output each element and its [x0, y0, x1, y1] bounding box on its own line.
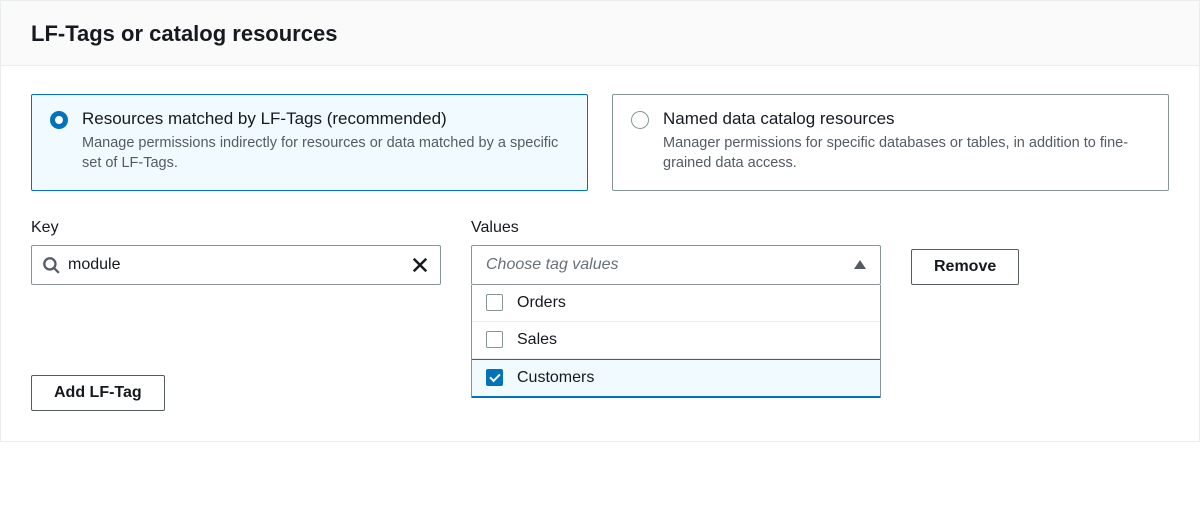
- option-label: Customers: [517, 369, 594, 387]
- remove-column: Remove: [911, 219, 1019, 285]
- option-sales[interactable]: Sales: [472, 322, 880, 359]
- radio-text: Named data catalog resources Manager per…: [663, 109, 1150, 174]
- option-customers[interactable]: Customers: [472, 359, 880, 398]
- radio-indicator-icon: [631, 111, 649, 129]
- values-dropdown: Orders Sales Customers: [471, 285, 881, 398]
- option-orders[interactable]: Orders: [472, 285, 880, 322]
- values-select[interactable]: Choose tag values: [471, 245, 881, 285]
- tag-fields-row: Key Add LF-Tag Values: [31, 219, 1169, 411]
- checkbox-icon[interactable]: [486, 331, 503, 348]
- option-label: Sales: [517, 331, 557, 349]
- panel-title: LF-Tags or catalog resources: [31, 21, 1169, 47]
- key-input-wrapper[interactable]: [31, 245, 441, 285]
- radio-indicator-icon: [50, 111, 68, 129]
- add-tag-row: Add LF-Tag: [31, 375, 441, 411]
- values-column: Values Choose tag values Orders Sales: [471, 219, 881, 398]
- add-lf-tag-button[interactable]: Add LF-Tag: [31, 375, 165, 411]
- search-icon: [42, 256, 60, 274]
- radio-named-title: Named data catalog resources: [663, 109, 1150, 129]
- checkbox-checked-icon[interactable]: [486, 369, 503, 386]
- panel-body: Resources matched by LF-Tags (recommende…: [1, 66, 1199, 441]
- option-label: Orders: [517, 294, 566, 312]
- radio-named-desc: Manager permissions for specific databas…: [663, 133, 1150, 174]
- key-column: Key Add LF-Tag: [31, 219, 441, 411]
- remove-button[interactable]: Remove: [911, 249, 1019, 285]
- radio-lf-tags-desc: Manage permissions indirectly for resour…: [82, 133, 569, 174]
- key-input[interactable]: [68, 246, 410, 284]
- key-label: Key: [31, 219, 441, 237]
- lf-tags-panel: LF-Tags or catalog resources Resources m…: [0, 0, 1200, 442]
- resource-type-radio-group: Resources matched by LF-Tags (recommende…: [31, 94, 1169, 191]
- values-placeholder: Choose tag values: [486, 256, 619, 274]
- radio-named-resources[interactable]: Named data catalog resources Manager per…: [612, 94, 1169, 191]
- values-label: Values: [471, 219, 881, 237]
- radio-lf-tags-title: Resources matched by LF-Tags (recommende…: [82, 109, 569, 129]
- close-icon[interactable]: [410, 255, 430, 275]
- checkbox-icon[interactable]: [486, 294, 503, 311]
- radio-lf-tags[interactable]: Resources matched by LF-Tags (recommende…: [31, 94, 588, 191]
- chevron-up-icon: [854, 260, 866, 269]
- radio-text: Resources matched by LF-Tags (recommende…: [82, 109, 569, 174]
- panel-header: LF-Tags or catalog resources: [1, 1, 1199, 66]
